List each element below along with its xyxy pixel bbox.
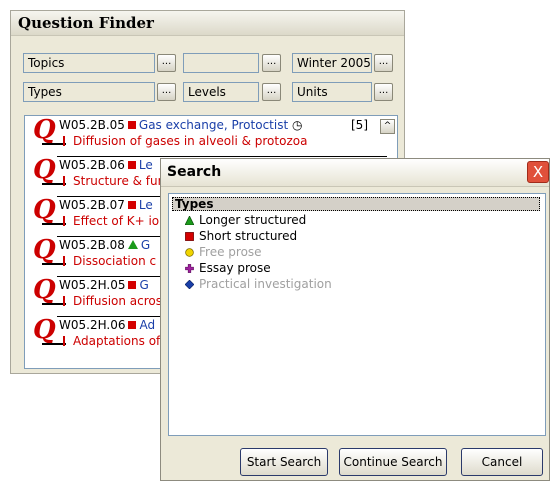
question-description-text: Structure & fun — [73, 174, 166, 188]
type-item-label: Longer structured — [199, 213, 307, 227]
short-structured-icon — [128, 281, 137, 289]
tree-header[interactable]: Types — [172, 197, 540, 211]
purple-cross-icon — [185, 264, 194, 273]
search-dialog-title: Search — [161, 159, 549, 187]
question-description-text: Dissociation c — [73, 254, 157, 268]
question-topic: Le — [138, 198, 153, 212]
type-item-longer-structured[interactable]: Longer structured — [185, 213, 306, 227]
type-item-essay-prose[interactable]: Essay prose — [185, 261, 271, 275]
clock-icon: ◷ — [291, 118, 303, 132]
question-code-line: W05.2H.05 G — [59, 278, 149, 292]
question-description: Diffusion of gases in alveoli & protozoa — [63, 134, 307, 148]
short-structured-icon — [128, 321, 137, 329]
question-mark: [5] — [351, 118, 368, 132]
green-triangle-icon — [185, 216, 194, 225]
question-code: W05.2B.05 — [59, 118, 125, 132]
question-topic: G — [140, 238, 151, 252]
short-structured-icon — [127, 161, 136, 169]
question-code: W05.2B.08 — [59, 238, 125, 252]
question-description: Diffusion acros — [63, 294, 162, 308]
question-code: W05.2B.07 — [59, 198, 125, 212]
q-logo-icon: Q — [33, 155, 56, 185]
question-description-text: Diffusion of gases in alveoli & protozoa — [73, 134, 308, 148]
q-logo-icon: Q — [33, 315, 56, 345]
question-finder-title: Question Finder — [11, 11, 404, 36]
q-logo-icon: Q — [33, 195, 56, 225]
question-description: Structure & fun — [63, 174, 165, 188]
units-field[interactable]: Units — [292, 82, 372, 102]
type-item-label: Free prose — [199, 245, 262, 259]
q-logo-icon: Q — [33, 115, 56, 145]
question-code: W05.2B.06 — [59, 158, 125, 172]
description-bar — [63, 256, 65, 266]
type-item-practical-investigation[interactable]: Practical investigation — [185, 277, 332, 291]
units-browse-button[interactable]: ... — [374, 83, 393, 101]
question-topic: Le — [138, 158, 153, 172]
continue-search-button[interactable]: Continue Search — [339, 448, 447, 476]
session-browse-button[interactable]: ... — [374, 54, 393, 72]
description-bar — [63, 136, 65, 146]
scroll-up-button[interactable]: ^ — [380, 119, 395, 134]
description-bar — [63, 216, 65, 226]
question-code-line: W05.2B.05 Gas exchange, Protoctist ◷ — [59, 118, 302, 132]
type-item-short-structured[interactable]: Short structured — [185, 229, 297, 243]
question-row[interactable]: Q W05.2B.05 Gas exchange, Protoctist ◷ [5… — [29, 116, 369, 152]
question-code: W05.2H.05 — [59, 278, 126, 292]
q-logo-icon: Q — [33, 235, 56, 265]
question-topic: Ad — [139, 318, 156, 332]
blue-diamond-icon — [185, 280, 194, 289]
short-structured-icon — [127, 201, 136, 209]
red-square-icon — [185, 232, 194, 241]
blank-browse-button[interactable]: ... — [262, 54, 281, 72]
question-description-text: Diffusion acros — [73, 294, 163, 308]
question-code-line: W05.2B.07 Le — [59, 198, 153, 212]
longer-structured-icon — [127, 240, 138, 249]
description-bar — [63, 176, 65, 186]
question-topic: G — [139, 278, 149, 292]
question-code-line: W05.2B.06 Le — [59, 158, 153, 172]
types-field[interactable]: Types — [23, 82, 155, 102]
type-item-label: Essay prose — [199, 261, 271, 275]
q-logo-icon: Q — [33, 275, 56, 305]
description-bar — [63, 296, 65, 306]
type-item-free-prose[interactable]: Free prose — [185, 245, 262, 259]
types-tree[interactable]: Types Longer structured Short structured… — [168, 193, 546, 436]
yellow-circle-icon — [185, 248, 194, 257]
levels-field[interactable]: Levels — [183, 82, 259, 102]
description-bar — [63, 336, 65, 346]
short-structured-icon — [127, 121, 136, 129]
types-browse-button[interactable]: ... — [157, 83, 176, 101]
topics-browse-button[interactable]: ... — [157, 54, 176, 72]
question-description-text: Effect of K+ io — [73, 214, 160, 228]
session-field[interactable]: Winter 2005 — [292, 53, 372, 73]
question-topic: Gas exchange, Protoctist — [138, 118, 289, 132]
blank-field[interactable] — [183, 53, 259, 73]
start-search-button[interactable]: Start Search — [240, 448, 328, 476]
question-description: Adaptations of — [63, 334, 160, 348]
question-description-text: Adaptations of — [73, 334, 161, 348]
topics-field[interactable]: Topics — [23, 53, 155, 73]
question-description: Dissociation c — [63, 254, 156, 268]
type-item-label: Practical investigation — [199, 277, 332, 291]
type-item-label: Short structured — [199, 229, 298, 243]
close-button[interactable]: X — [527, 161, 549, 183]
search-dialog: Search X Types Longer structured Short s… — [160, 158, 550, 481]
cancel-button[interactable]: Cancel — [461, 448, 543, 476]
question-code-line: W05.2H.06 Ad — [59, 318, 155, 332]
question-code-line: W05.2B.08 G — [59, 238, 150, 252]
divider — [57, 156, 387, 157]
question-description: Effect of K+ io — [63, 214, 159, 228]
question-code: W05.2H.06 — [59, 318, 126, 332]
levels-browse-button[interactable]: ... — [262, 83, 281, 101]
